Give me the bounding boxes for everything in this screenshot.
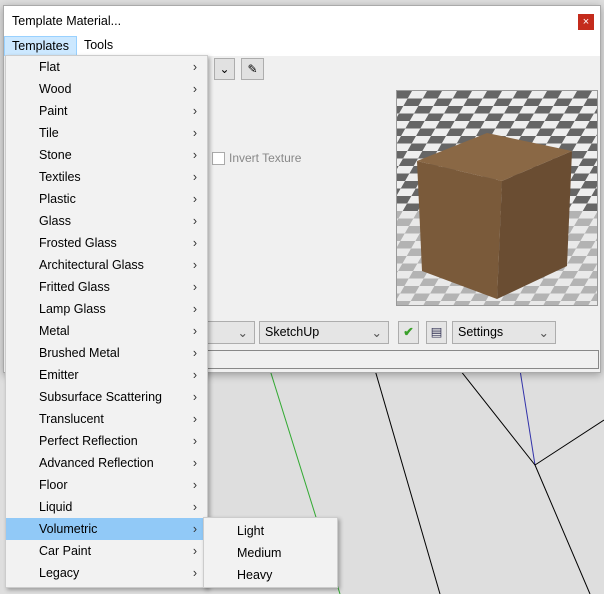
chevron-down-icon: ⌄ [371,326,382,340]
menu-item-volumetric[interactable]: Volumetric › [6,518,207,540]
chevron-right-icon: › [192,258,197,272]
menu-item-advanced-reflection[interactable]: Advanced Reflection › [6,452,207,474]
menu-item-legacy[interactable]: Legacy › [6,562,207,584]
chevron-right-icon: › [192,192,197,206]
chevron-right-icon: › [192,390,197,404]
chevron-right-icon: › [192,544,197,558]
chevron-down-icon: ⌄ [219,62,230,76]
menu-item-architectural-glass[interactable]: Architectural Glass › [6,254,207,276]
apply-button[interactable]: ✔ [398,321,419,344]
menu-item-emitter[interactable]: Emitter › [6,364,207,386]
menu-item-translucent[interactable]: Translucent › [6,408,207,430]
menu-tools[interactable]: Tools [77,36,120,56]
menu-item-fritted-glass[interactable]: Fritted Glass › [6,276,207,298]
menu-item-flat[interactable]: Flat › [6,56,207,78]
menu-item-liquid[interactable]: Liquid › [6,496,207,518]
submenu-item-light[interactable]: Light [204,520,337,542]
dropdown-arrow-button[interactable]: ⌄ [214,58,235,80]
menu-bar: Templates Tools [4,36,600,56]
renderer-combo[interactable]: SketchUp ⌄ [259,321,389,344]
list-window-icon: ▤ [430,325,443,339]
settings-value: Settings [458,325,504,339]
templates-menu: Flat › Wood › Paint › Tile › Stone › Textiles › Plas… [5,55,208,588]
chevron-right-icon: › [192,522,197,536]
menu-item-car-paint[interactable]: Car Paint › [6,540,207,562]
chevron-right-icon: › [192,434,197,448]
chevron-down-icon: ⌄ [237,326,248,340]
invert-texture-checkbox[interactable] [212,151,225,165]
submenu-item-medium[interactable]: Medium [204,542,337,564]
material-preview [396,90,598,306]
chevron-right-icon: › [192,126,197,140]
editor-button[interactable]: ▤ [426,321,447,344]
chevron-right-icon: › [192,346,197,360]
chevron-right-icon: › [192,170,197,184]
chevron-right-icon: › [192,566,197,580]
checkmark-icon: ✔ [403,325,414,339]
chevron-right-icon: › [192,368,197,382]
menu-item-textiles[interactable]: Textiles › [6,166,207,188]
chevron-right-icon: › [192,478,197,492]
volumetric-submenu: Light Medium Heavy [203,517,338,588]
menu-item-tile[interactable]: Tile › [6,122,207,144]
menu-item-wood[interactable]: Wood › [6,78,207,100]
chevron-right-icon: › [192,60,197,74]
dialog-title: Template Material... [4,6,600,36]
chevron-down-icon: ⌄ [538,326,549,340]
invert-texture-label: Invert Texture [229,151,302,165]
eyedropper-button[interactable]: ✎ [241,58,264,80]
submenu-item-heavy[interactable]: Heavy [204,564,337,586]
chevron-right-icon: › [192,104,197,118]
material-type-combo[interactable]: ⌄ [206,321,255,344]
menu-item-floor[interactable]: Floor › [6,474,207,496]
chevron-right-icon: › [192,148,197,162]
settings-combo[interactable]: Settings ⌄ [452,321,556,344]
menu-templates[interactable]: Templates [4,36,77,56]
menu-item-lamp-glass[interactable]: Lamp Glass › [6,298,207,320]
close-button[interactable]: × [578,14,594,30]
chevron-right-icon: › [192,324,197,338]
renderer-value: SketchUp [265,325,320,339]
chevron-right-icon: › [192,82,197,96]
chevron-right-icon: › [192,456,197,470]
chevron-right-icon: › [192,214,197,228]
status-field[interactable] [206,350,599,369]
eyedropper-icon: ✎ [247,62,258,76]
chevron-right-icon: › [192,280,197,294]
menu-item-brushed-metal[interactable]: Brushed Metal › [6,342,207,364]
menu-item-frosted-glass[interactable]: Frosted Glass › [6,232,207,254]
chevron-right-icon: › [192,302,197,316]
menu-item-metal[interactable]: Metal › [6,320,207,342]
invert-texture-option[interactable]: Invert Texture [212,151,301,165]
menu-item-perfect-reflection[interactable]: Perfect Reflection › [6,430,207,452]
chevron-right-icon: › [192,500,197,514]
chevron-right-icon: › [192,236,197,250]
menu-item-subsurface-scattering[interactable]: Subsurface Scattering › [6,386,207,408]
chevron-right-icon: › [192,412,197,426]
menu-item-glass[interactable]: Glass › [6,210,207,232]
menu-item-plastic[interactable]: Plastic › [6,188,207,210]
menu-item-stone[interactable]: Stone › [6,144,207,166]
menu-item-paint[interactable]: Paint › [6,100,207,122]
